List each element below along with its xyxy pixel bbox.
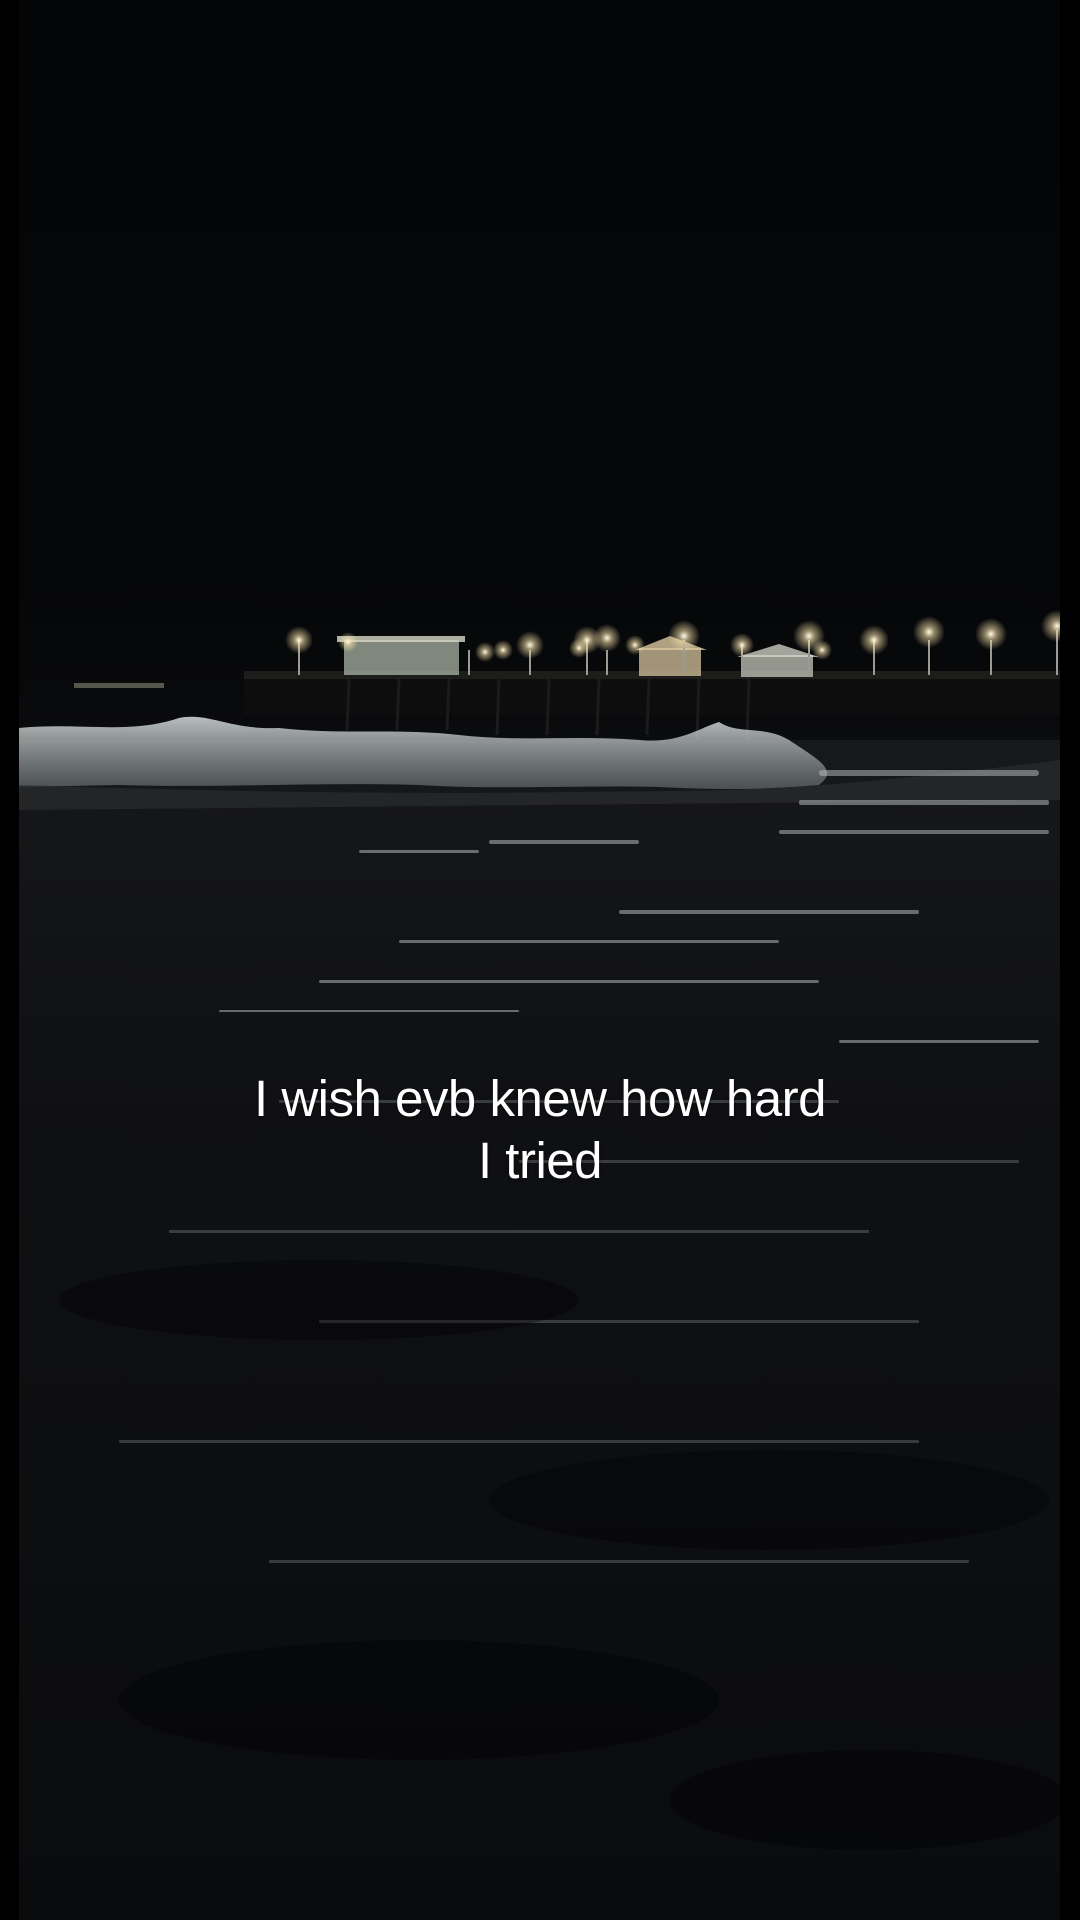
video-caption: I wish evb knew how hard I tried bbox=[0, 1068, 1080, 1192]
caption-line-1: I wish evb knew how hard bbox=[254, 1070, 826, 1127]
caption-line-2: I tried bbox=[477, 1132, 603, 1189]
video-frame: I wish evb knew how hard I tried bbox=[0, 0, 1080, 1920]
night-ocean-scene bbox=[19, 610, 1060, 1920]
video-player[interactable] bbox=[19, 0, 1060, 1920]
wave-foam bbox=[19, 716, 828, 790]
